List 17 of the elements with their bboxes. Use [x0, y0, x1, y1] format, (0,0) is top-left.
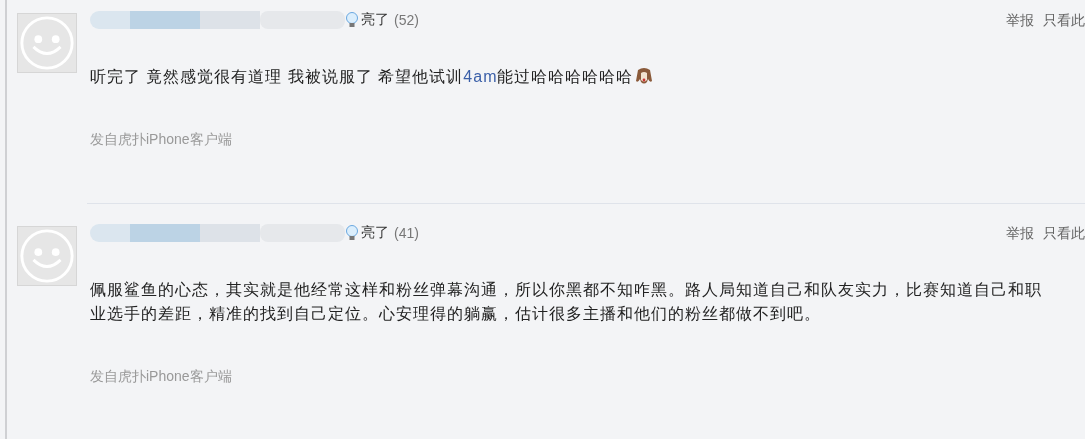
lightbulb-icon	[345, 225, 359, 241]
action-link[interactable]: 举报	[1006, 225, 1034, 243]
action-link[interactable]: 只看此	[1043, 225, 1085, 243]
comment-text: 佩服鲨鱼的心态，其实就是他经常这样和粉丝弹幕沟通，所以你黑都不知咋黑。路人局知道自己和队友实力，比赛知道自己和职业选手的差距，精准的找到自己定位。心安理得的躺赢，估计很多主播和他们的粉丝都做不到吧。	[90, 280, 1043, 324]
source-label: 发自虎扑iPhone客户端	[90, 368, 233, 386]
source-label: 发自虎扑iPhone客户端	[90, 131, 233, 149]
lightbulb-icon	[345, 12, 359, 28]
action-link[interactable]: 举报	[1006, 12, 1034, 30]
light-label: 亮了	[361, 11, 389, 29]
avatar-icon	[17, 13, 77, 73]
light-count: (52)	[394, 12, 419, 28]
light-label: 亮了	[361, 224, 389, 242]
light-count: (41)	[394, 225, 419, 241]
avatar-icon	[17, 226, 77, 286]
inline-link[interactable]: 4am	[463, 68, 498, 85]
action-link[interactable]: 只看此	[1043, 12, 1085, 30]
comment-text: 听完了 竟然感觉很有道理 我被说服了 希望他试训4am能过哈哈哈哈哈哈	[90, 65, 1056, 89]
